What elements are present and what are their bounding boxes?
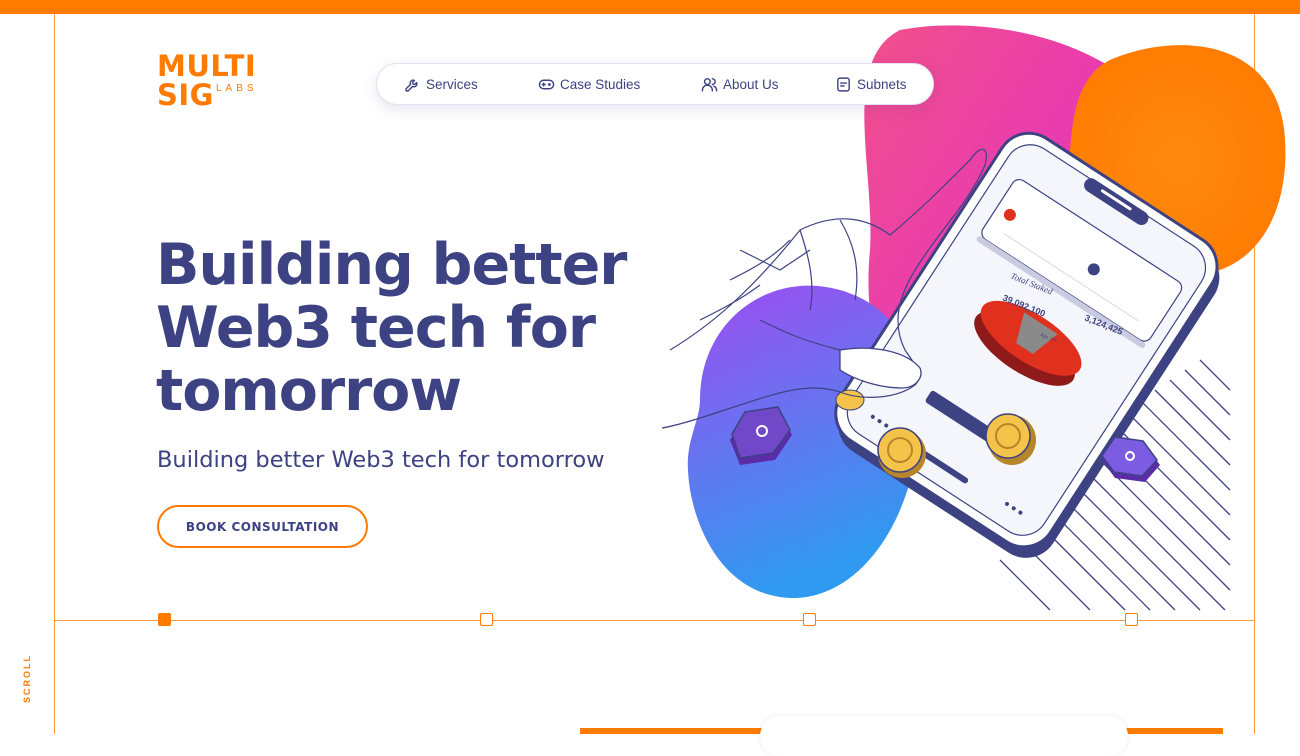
main-nav: Services Case Studies About Us Subnets xyxy=(376,63,934,105)
nav-item-label: Case Studies xyxy=(560,77,641,92)
slider-marker-4[interactable] xyxy=(1125,613,1138,626)
hero-title: Building better Web3 tech for tomorrow xyxy=(156,234,676,423)
nav-item-label: Services xyxy=(426,77,478,92)
logo-line3: LABS xyxy=(216,83,258,94)
nav-item-label: Subnets xyxy=(857,77,907,92)
logo[interactable]: MULTI SIG LABS xyxy=(157,52,256,110)
document-icon xyxy=(835,76,852,93)
top-accent-bar xyxy=(0,0,1300,14)
wrench-icon xyxy=(404,76,421,93)
book-consultation-button[interactable]: BOOK CONSULTATION xyxy=(157,505,368,548)
users-icon xyxy=(701,76,718,93)
nav-item-services[interactable]: Services xyxy=(404,76,478,93)
gamepad-icon xyxy=(538,76,555,93)
frame-left-line xyxy=(54,14,55,734)
hero-illustration: Total Staked 39,092,100 3,124,425 Apr. 1… xyxy=(640,20,1300,620)
scroll-label: SCROLL xyxy=(22,654,32,703)
hero-title-line3: tomorrow xyxy=(156,358,462,424)
nav-item-label: About Us xyxy=(723,77,779,92)
slider-marker-3[interactable] xyxy=(803,613,816,626)
hero-title-line1: Building better xyxy=(156,232,627,298)
next-section-pill xyxy=(760,716,1128,756)
hero-title-line2: Web3 tech for xyxy=(156,295,596,361)
purple-token-right xyxy=(1101,436,1160,482)
nav-item-case-studies[interactable]: Case Studies xyxy=(538,76,640,93)
logo-line1: MULTI xyxy=(157,49,257,83)
nav-item-about-us[interactable]: About Us xyxy=(701,76,779,93)
slider-marker-1[interactable] xyxy=(158,613,171,626)
hero-subtitle: Building better Web3 tech for tomorrow xyxy=(157,447,605,473)
section-divider xyxy=(54,620,1254,621)
nav-item-subnets[interactable]: Subnets xyxy=(835,76,907,93)
slider-marker-2[interactable] xyxy=(480,613,493,626)
